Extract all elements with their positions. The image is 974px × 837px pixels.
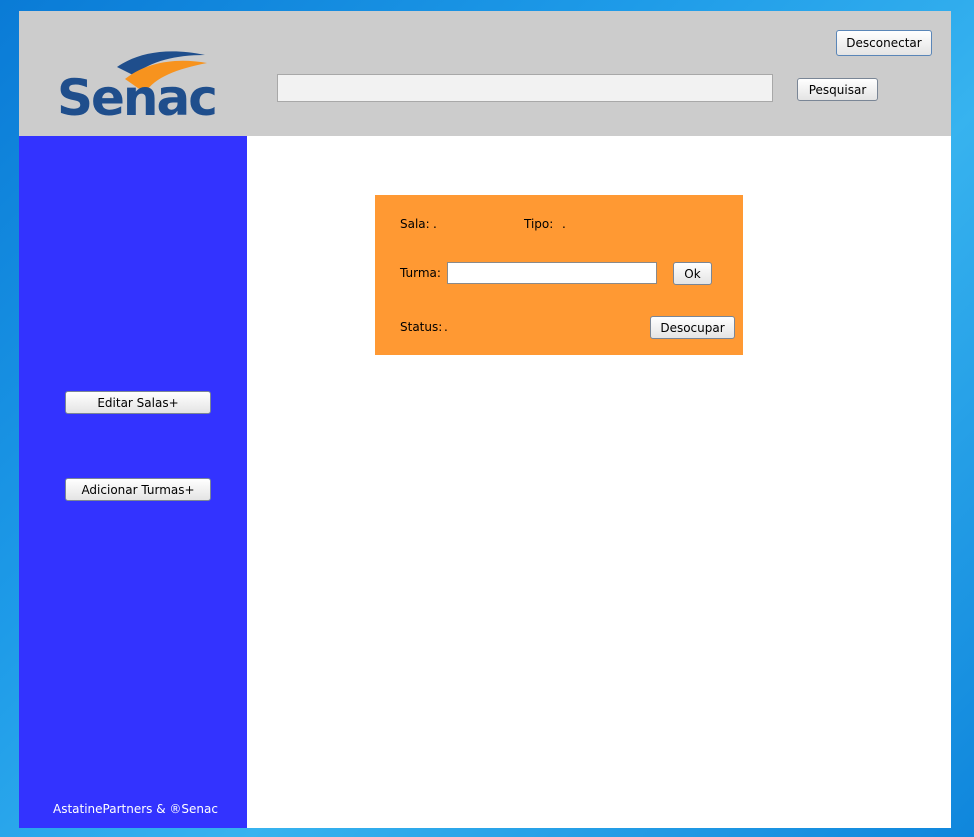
tipo-value: . (562, 217, 566, 231)
release-room-button[interactable]: Desocupar (650, 316, 735, 339)
sala-value: . (433, 217, 437, 231)
tipo-label: Tipo: (524, 217, 554, 231)
turma-input[interactable] (447, 262, 657, 284)
main-content: Sala: . Tipo: . Turma: Ok Status: . Deso… (247, 136, 951, 828)
room-card: Sala: . Tipo: . Turma: Ok Status: . Deso… (375, 195, 743, 355)
search-button[interactable]: Pesquisar (797, 78, 878, 101)
status-value: . (444, 320, 448, 334)
turma-label: Turma: (400, 266, 441, 280)
app-window: Senac Pesquisar Desconectar Editar Salas… (19, 11, 951, 828)
sala-label: Sala: (400, 217, 430, 231)
status-label: Status: (400, 320, 443, 334)
ok-button[interactable]: Ok (673, 262, 712, 285)
search-input[interactable] (277, 74, 773, 102)
sidebar: Editar Salas+ Adicionar Turmas+ Astatine… (19, 136, 247, 828)
header-bar: Senac Pesquisar Desconectar (19, 11, 951, 136)
add-classes-button[interactable]: Adicionar Turmas+ (65, 478, 211, 501)
senac-logo: Senac (57, 33, 219, 131)
edit-rooms-button[interactable]: Editar Salas+ (65, 391, 211, 414)
disconnect-button[interactable]: Desconectar (836, 30, 932, 56)
logo-wordmark: Senac (57, 69, 218, 127)
footer-credits: AstatinePartners & ®Senac (53, 802, 218, 816)
